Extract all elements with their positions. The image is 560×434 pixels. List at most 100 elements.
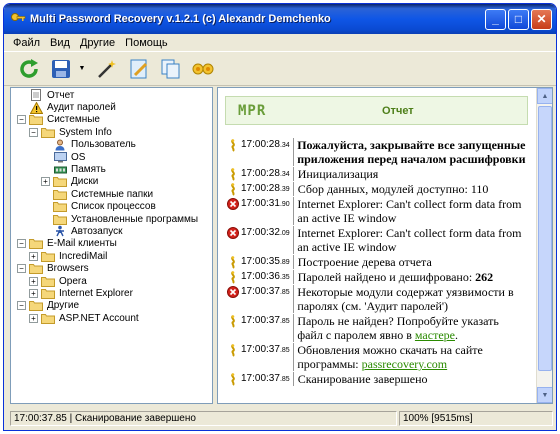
- log-separator: [292, 138, 294, 166]
- scroll-thumb[interactable]: [538, 106, 552, 371]
- copy-icon[interactable]: [156, 54, 186, 84]
- tree-item-label: Системные: [47, 114, 100, 126]
- expand-icon[interactable]: +: [29, 276, 38, 286]
- tree-item-label: Диски: [71, 176, 99, 188]
- tree-item-label: Автозапуск: [71, 225, 123, 237]
- log-message-text: Internet Explorer: Can't collect form da…: [297, 226, 522, 254]
- log-time-ms: 09: [281, 230, 290, 237]
- log-separator: [292, 226, 294, 254]
- title-bar[interactable]: Multi Password Recovery v.1.2.1 (c) Alex…: [4, 4, 556, 34]
- tree-item[interactable]: Список процессов: [11, 201, 212, 213]
- tree-item-label: System Info: [59, 126, 112, 138]
- log-time: 17:00:28.34: [241, 168, 290, 179]
- tree-item[interactable]: Аудит паролей: [11, 101, 212, 114]
- tree-item[interactable]: Автозапуск: [11, 225, 212, 237]
- log-message-text: Пароль не найден? Попробуйте указать фай…: [297, 314, 499, 342]
- log-entry: 17:00:28.39 Сбор данных, модулей доступно…: [227, 182, 527, 196]
- menu-other[interactable]: Другие: [75, 37, 120, 49]
- tree-item[interactable]: + Internet Explorer: [11, 287, 212, 299]
- tree-item-label: Память: [71, 164, 106, 176]
- close-button[interactable]: ✕: [531, 8, 552, 30]
- expand-icon[interactable]: +: [29, 288, 38, 298]
- folder-icon: [29, 300, 43, 312]
- folder-icon: [41, 313, 55, 324]
- tree-item[interactable]: Пользователь: [11, 139, 212, 151]
- log-message: Инициализация: [298, 167, 379, 181]
- menu-help[interactable]: Помощь: [120, 37, 173, 49]
- tree-item[interactable]: − Browsers: [11, 262, 212, 275]
- log-time: 17:00:37.85: [241, 373, 290, 384]
- log-entry: 17:00:28.34 Пожалуйста, закрывайте все за…: [227, 138, 527, 166]
- log-entry: 17:00:35.89 Построение дерева отчета: [227, 255, 527, 269]
- magic-wand-icon[interactable]: [92, 54, 122, 84]
- info-icon: [227, 315, 239, 328]
- tree-item-label: E-Mail клиенты: [47, 238, 117, 250]
- log-time-main: 17:00:36: [241, 271, 280, 282]
- log-time-ms: 35: [281, 274, 290, 281]
- collapse-icon[interactable]: −: [17, 239, 26, 249]
- log-separator: [292, 285, 294, 313]
- scroll-up-icon[interactable]: ▲: [537, 88, 552, 104]
- minimize-button[interactable]: _: [485, 8, 506, 30]
- tree-item[interactable]: + Диски: [11, 176, 212, 188]
- expand-icon[interactable]: +: [41, 177, 50, 187]
- tree-item[interactable]: − E-Mail клиенты: [11, 238, 212, 250]
- report-header: MPR Отчет: [225, 96, 528, 125]
- key-icon: [10, 11, 26, 27]
- os-icon: [53, 151, 67, 163]
- folder-icon: [53, 189, 67, 200]
- log-time-main: 17:00:37: [241, 344, 280, 355]
- log-time: 17:00:37.85: [241, 344, 290, 355]
- log-entry: 17:00:36.35 Паролей найдено и дешифровано…: [227, 270, 527, 284]
- tree-item[interactable]: Системные папки: [11, 188, 212, 200]
- tree-item[interactable]: − Системные: [11, 114, 212, 126]
- menu-file[interactable]: Файл: [8, 37, 45, 49]
- log-time: 17:00:35.89: [241, 256, 290, 267]
- maximize-button[interactable]: □: [508, 8, 529, 30]
- folder-icon: [29, 263, 43, 275]
- collapse-icon[interactable]: −: [29, 127, 38, 137]
- report-log: 17:00:28.34 Пожалуйста, закрывайте все за…: [227, 138, 527, 387]
- log-time: 17:00:37.85: [241, 315, 290, 326]
- tree-view[interactable]: Отчет Аудит паролей − Системные − System Info…: [10, 87, 213, 404]
- log-time: 17:00:36.35: [241, 271, 290, 282]
- log-message-text: Инициализация: [297, 167, 379, 181]
- tree-item[interactable]: + IncrediMail: [11, 250, 212, 262]
- log-link[interactable]: passrecovery.com: [362, 357, 448, 371]
- tree-item-label: Internet Explorer: [59, 287, 133, 299]
- tree-item[interactable]: − System Info: [11, 126, 212, 138]
- flowers-icon[interactable]: [188, 54, 218, 84]
- tree-item[interactable]: Отчет: [11, 89, 212, 102]
- autorun-icon: [53, 226, 67, 237]
- refresh-icon[interactable]: [14, 54, 44, 84]
- edit-icon[interactable]: [124, 54, 154, 84]
- log-separator: [292, 197, 294, 225]
- tree-item-label: Browsers: [47, 263, 89, 275]
- log-time: 17:00:28.34: [241, 139, 290, 150]
- collapse-icon[interactable]: −: [17, 115, 26, 125]
- collapse-icon[interactable]: −: [17, 264, 26, 274]
- tree-item-label: Аудит паролей: [47, 102, 116, 114]
- menu-view[interactable]: Вид: [45, 37, 75, 49]
- expand-icon[interactable]: +: [29, 251, 38, 261]
- tree-item[interactable]: Установленные программы: [11, 213, 212, 225]
- log-entry: 17:00:37.85 Обновления можно скачать на с…: [227, 343, 527, 371]
- log-message-text: Построение дерева отчета: [297, 255, 432, 269]
- save-icon[interactable]: [46, 54, 76, 84]
- report-view[interactable]: MPR Отчет 17:00:28.34 Пожалуйста, закрыва…: [217, 87, 553, 404]
- vertical-scrollbar[interactable]: ▲ ▼: [536, 88, 552, 403]
- log-separator: [292, 255, 294, 269]
- folder-icon: [41, 288, 55, 299]
- expand-icon[interactable]: +: [29, 313, 38, 323]
- log-entry: 17:00:32.09 Internet Explorer: Can't coll…: [227, 226, 527, 254]
- log-link[interactable]: мастере: [415, 328, 455, 342]
- tree-item[interactable]: OS: [11, 151, 212, 163]
- collapse-icon[interactable]: −: [17, 301, 26, 311]
- scroll-down-icon[interactable]: ▼: [537, 387, 552, 403]
- log-time-ms: 34: [281, 142, 290, 149]
- tree-item[interactable]: + ASP.NET Account: [11, 312, 212, 324]
- save-dropdown-icon[interactable]: ▼: [78, 65, 86, 72]
- tree-item[interactable]: − Другие: [11, 300, 212, 312]
- tree-item[interactable]: Память: [11, 163, 212, 175]
- tree-item[interactable]: + Opera: [11, 275, 212, 287]
